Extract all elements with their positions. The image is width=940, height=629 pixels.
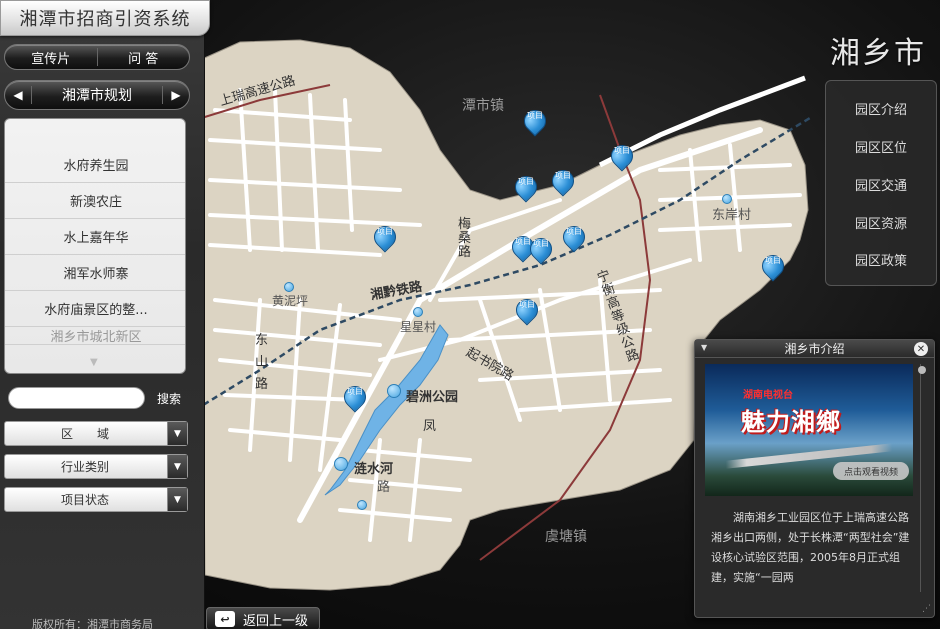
app-title: 湘潭市招商引资系统 (0, 0, 210, 36)
copyright-text: 版权所有：湘潭市商务局 (32, 618, 153, 629)
sidebar: 湘潭市招商引资系统 宣传片 问 答 ◀ 湘潭市规划 ▶ 水府养生园 新澳农庄 水… (0, 0, 210, 629)
project-pin[interactable]: 项目 (606, 140, 638, 173)
road-label-dongshan: 东山路 (255, 333, 269, 392)
scroll-down-icon[interactable]: ▼ (90, 357, 98, 368)
project-pin[interactable]: 项目 (525, 233, 557, 266)
region-select-label: 区 域 (60, 427, 109, 441)
place-label-dongan: 东岸村 (712, 208, 752, 223)
place-dot-lianshui-river[interactable] (334, 457, 348, 471)
intro-text: 湖南湘乡工业园区位于上瑞高速公路湘乡出口两侧，处于长株潭“两型社会”建设核心试验… (711, 511, 910, 584)
back-button[interactable]: ↩ 返回上一级 (206, 607, 320, 629)
promo-video-thumbnail[interactable]: 湖南电视台 魅力湘鄉 点击观看视频 (705, 364, 913, 496)
menu-park-location[interactable]: 园区区位 (826, 127, 936, 165)
resize-grip-icon[interactable]: ⋰ (922, 604, 931, 614)
dropdown-arrow-icon[interactable]: ▼ (167, 488, 187, 511)
back-button-label: 返回上一级 (243, 613, 309, 629)
dropdown-arrow-icon[interactable]: ▼ (167, 455, 187, 478)
qa-button[interactable]: 问 答 (98, 48, 190, 67)
project-pin[interactable]: 项目 (511, 294, 543, 327)
project-pin[interactable]: 项目 (757, 250, 789, 283)
place-dot-bizhou-park[interactable] (387, 384, 401, 398)
road-label-feng: 凤 (423, 419, 437, 434)
menu-park-resources[interactable]: 园区资源 (826, 203, 936, 241)
zone-list-item[interactable]: 湘军水师寨 (5, 255, 185, 291)
video-title: 魅力湘鄉 (741, 408, 841, 436)
zone-list-item[interactable]: 水府庙景区的整... (5, 291, 185, 327)
place-label-huangniping: 黄泥坪 (272, 294, 309, 308)
prev-plan-icon[interactable]: ◀ (5, 88, 31, 102)
watch-video-button[interactable]: 点击观看视频 (833, 462, 909, 480)
park-menu: 园区介绍 园区区位 园区交通 园区资源 园区政策 (825, 80, 937, 286)
project-status-select[interactable]: 项目状态 ▼ (4, 487, 188, 512)
industry-select[interactable]: 行业类别 ▼ (4, 454, 188, 479)
collapse-icon[interactable]: ▼ (701, 343, 707, 352)
project-pin[interactable]: 项目 (369, 221, 401, 254)
project-pin[interactable]: 项目 (547, 165, 579, 198)
menu-park-intro[interactable]: 园区介绍 (826, 89, 936, 127)
place-dot-huangniping[interactable] (284, 282, 294, 292)
promo-video-button[interactable]: 宣传片 (5, 48, 97, 67)
plan-label[interactable]: 湘潭市规划 (32, 85, 162, 105)
town-label-yutang: 虞塘镇 (545, 529, 587, 545)
video-channel-label: 湖南电视台 (743, 390, 793, 401)
industry-select-label: 行业类别 (60, 460, 109, 474)
zone-list-item[interactable]: 水上嘉年华 (5, 219, 185, 255)
zone-list-item[interactable]: 新澳农庄 (5, 183, 185, 219)
dropdown-arrow-icon[interactable]: ▼ (167, 422, 187, 445)
scrollbar-thumb[interactable] (918, 366, 926, 374)
search-bar: 搜索 (4, 385, 190, 411)
city-title: 湘乡市 (830, 36, 926, 71)
place-label-road: 路 (377, 480, 391, 495)
media-button-group: 宣传片 问 答 (4, 44, 190, 70)
plan-selector: ◀ 湘潭市规划 ▶ (4, 80, 190, 110)
intro-header: ▼ 湘乡市介绍 ✕ (695, 340, 934, 358)
project-pin[interactable]: 项目 (339, 381, 371, 414)
close-icon[interactable]: ✕ (914, 342, 928, 356)
place-dot-xingxing[interactable] (413, 307, 423, 317)
place-dot-dongan[interactable] (722, 194, 732, 204)
place-label-xingxing: 星星村 (400, 320, 437, 334)
city-intro-panel: ▼ 湘乡市介绍 ✕ 湖南电视台 魅力湘鄉 点击观看视频 湖南湘乡工业园区位于上瑞… (694, 339, 935, 618)
project-pin[interactable]: 项目 (519, 105, 551, 138)
intro-scrollbar[interactable] (918, 364, 928, 592)
next-plan-icon[interactable]: ▶ (163, 88, 189, 102)
project-pin[interactable]: 项目 (510, 171, 542, 204)
search-button[interactable]: 搜索 (150, 387, 188, 409)
zone-list-item[interactable]: 湘乡市城北新区 (5, 327, 185, 345)
search-input[interactable] (8, 387, 145, 409)
place-label-bizhou-park: 碧洲公园 (406, 390, 459, 405)
place-label-lianshui-river: 涟水河 (354, 462, 394, 477)
project-status-select-label: 项目状态 (60, 493, 109, 507)
road-label-meisang: 梅桑路 (458, 217, 472, 260)
place-dot-south[interactable] (357, 500, 367, 510)
menu-park-transport[interactable]: 园区交通 (826, 165, 936, 203)
menu-park-policy[interactable]: 园区政策 (826, 240, 936, 278)
region-select[interactable]: 区 域 ▼ (4, 421, 188, 446)
return-arrow-icon: ↩ (215, 611, 235, 627)
town-label-tanshi: 潭市镇 (462, 98, 504, 114)
zone-list-item[interactable]: 水府养生园 (5, 147, 185, 183)
intro-title: 湘乡市介绍 (784, 342, 845, 356)
zone-list[interactable]: 水府养生园 新澳农庄 水上嘉年华 湘军水师寨 水府庙景区的整... 湘乡市城北新… (4, 118, 186, 374)
project-pin[interactable]: 项目 (558, 221, 590, 254)
